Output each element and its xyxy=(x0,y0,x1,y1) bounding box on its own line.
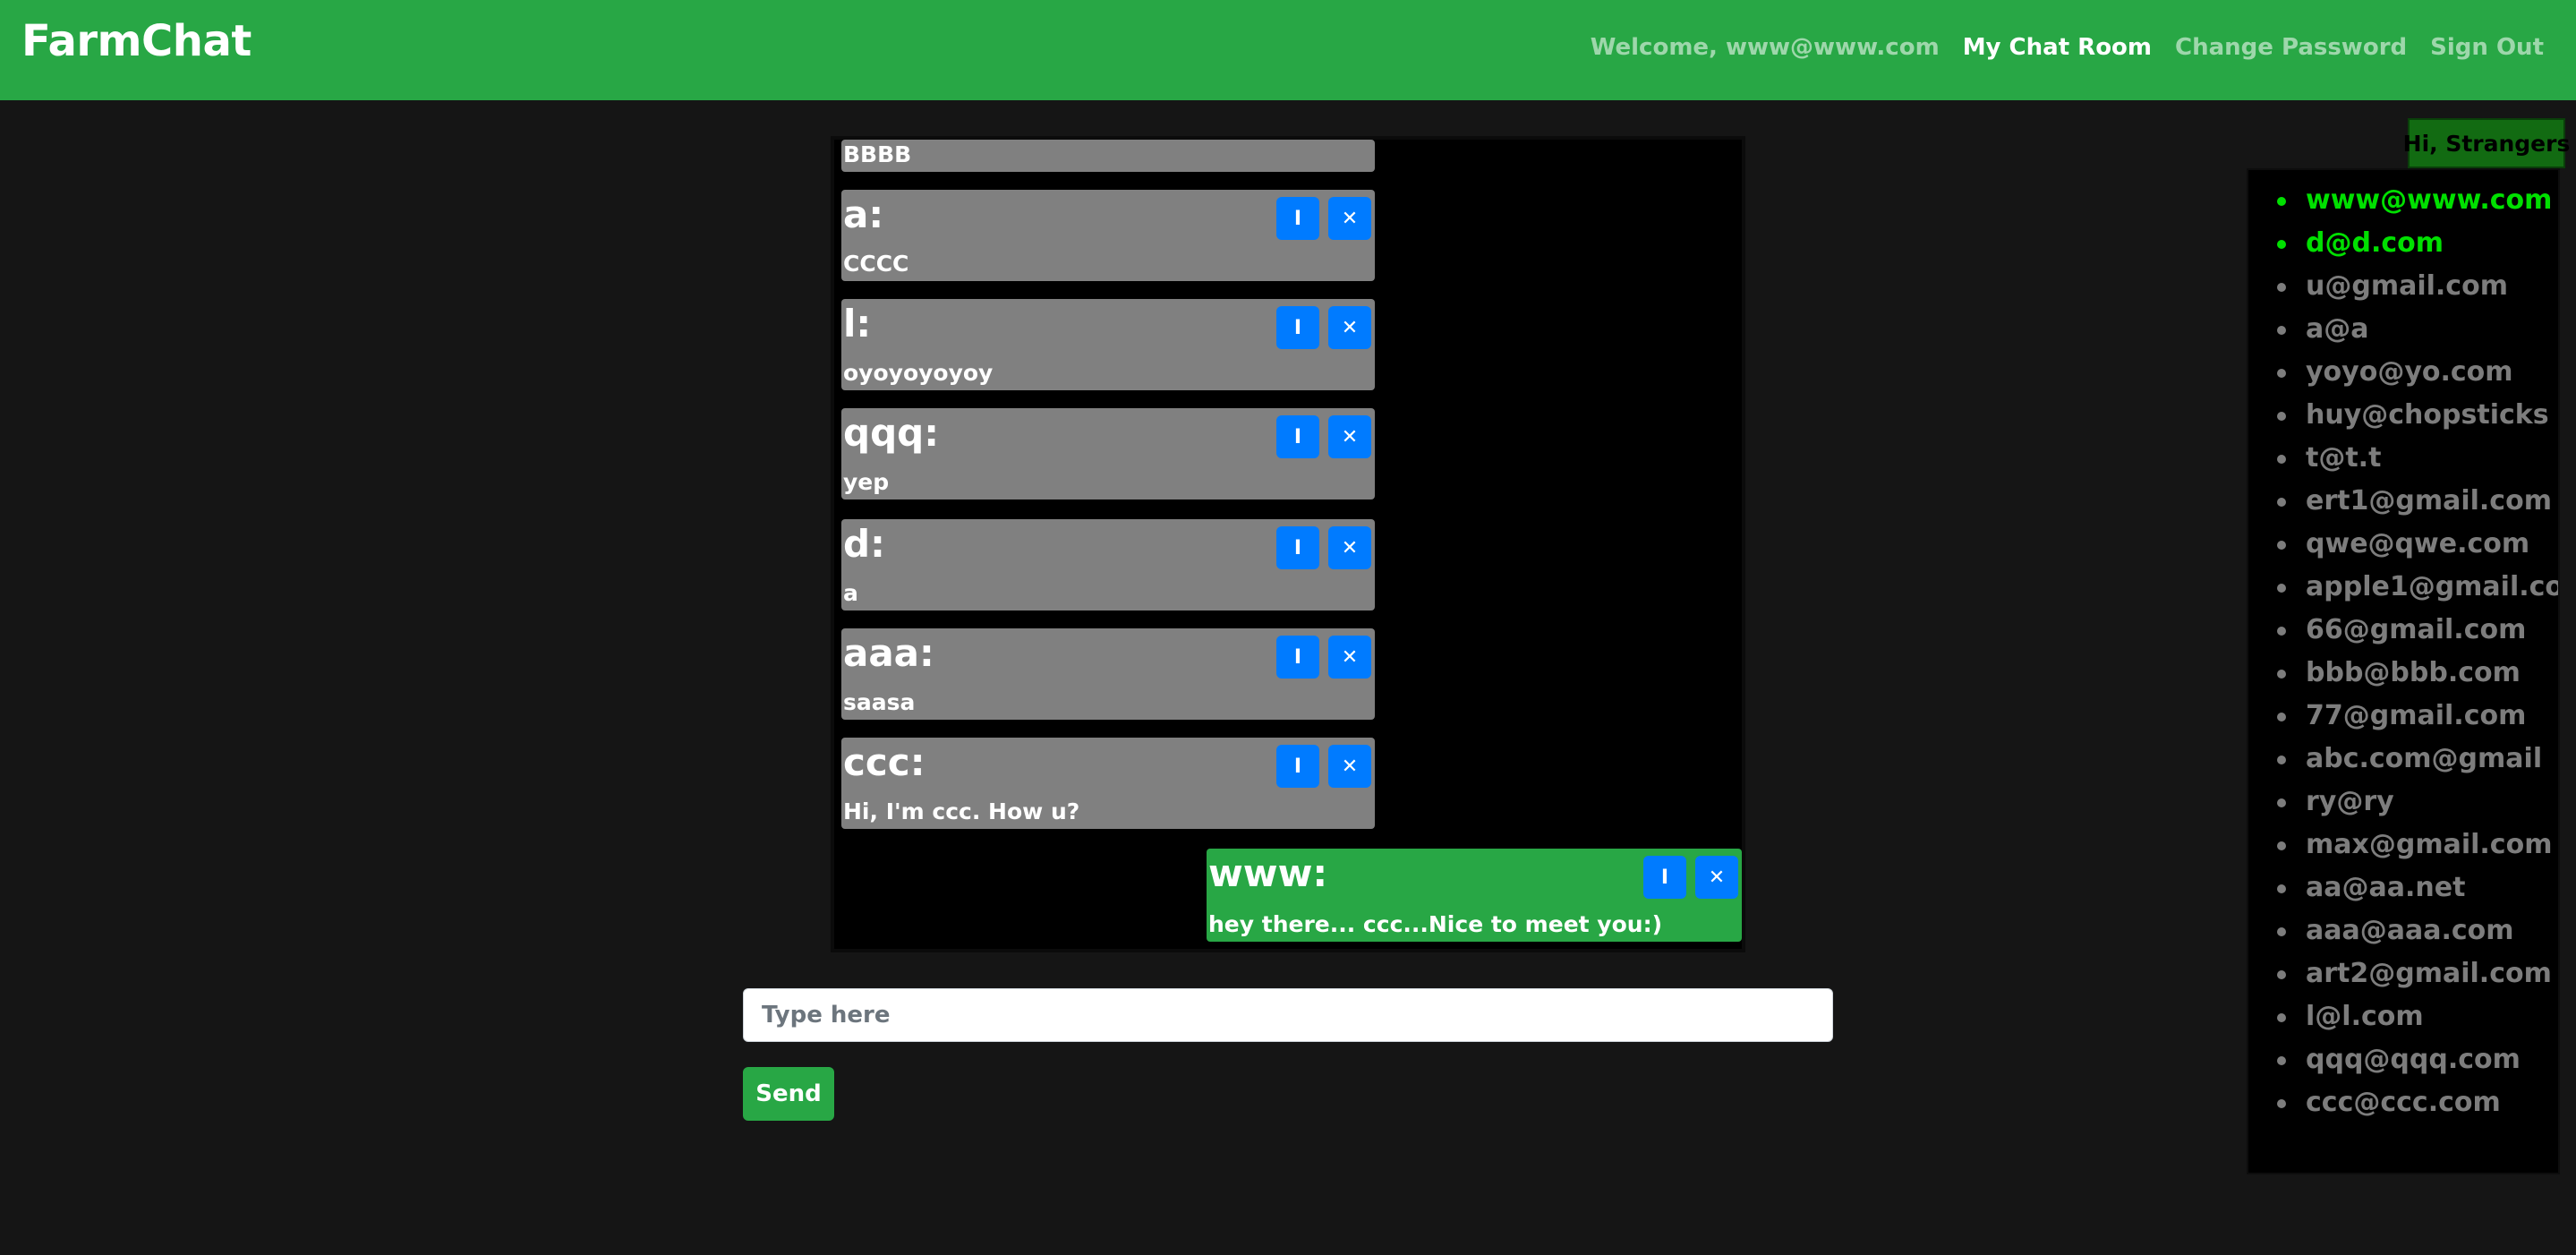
delete-message-button[interactable]: ✕ xyxy=(1695,856,1738,899)
message-text: CCCC xyxy=(843,251,909,277)
stranger-item[interactable]: u@gmail.com xyxy=(2276,265,2558,308)
stranger-item[interactable]: qwe@qwe.com xyxy=(2276,523,2558,566)
welcome-text: Welcome, www@www.com xyxy=(1590,34,1940,61)
stranger-item[interactable]: aa@aa.net xyxy=(2276,867,2558,909)
stranger-item[interactable]: huy@chopsticks xyxy=(2276,394,2558,437)
delete-message-button[interactable]: ✕ xyxy=(1328,636,1371,679)
stranger-item[interactable]: aaa@aaa.com xyxy=(2276,909,2558,952)
stranger-item[interactable]: max@gmail.com xyxy=(2276,824,2558,867)
message-username: www: xyxy=(1208,851,1328,895)
navbar: FarmChat Welcome, www@www.com My Chat Ro… xyxy=(0,0,2576,100)
stranger-item[interactable]: a@a xyxy=(2276,308,2558,351)
message-input[interactable] xyxy=(743,988,1833,1042)
message-text: saasa xyxy=(843,689,916,715)
strangers-title: Hi, Strangers xyxy=(2403,118,2570,168)
stranger-item[interactable]: t@t.t xyxy=(2276,437,2558,480)
message-username: l: xyxy=(843,302,872,346)
stranger-item[interactable]: 66@gmail.com xyxy=(2276,609,2558,652)
strangers-list: www@www.com d@d.com u@gmail.com a@a yoyo… xyxy=(2276,179,2558,1124)
stranger-item[interactable]: bbb@bbb.com xyxy=(2276,652,2558,695)
chat-messages-box[interactable]: BBBB a: I ✕ CCCC l: I ✕ oyoyoyoyoy qqq: … xyxy=(831,136,1745,952)
edit-message-button[interactable]: I xyxy=(1643,856,1686,899)
send-button[interactable]: Send xyxy=(743,1067,834,1121)
stranger-item[interactable]: 77@gmail.com xyxy=(2276,695,2558,738)
stranger-item[interactable]: ert1@gmail.com xyxy=(2276,480,2558,523)
stranger-item[interactable]: apple1@gmail.co xyxy=(2276,566,2558,609)
chat-message-own: www: I ✕ hey there... ccc...Nice to meet… xyxy=(1207,849,1742,942)
message-text: hey there... ccc...Nice to meet you:) xyxy=(1208,911,1662,937)
message-username: d: xyxy=(843,522,885,566)
message-username: ccc: xyxy=(843,740,925,784)
nav-sign-out[interactable]: Sign Out xyxy=(2430,34,2544,61)
nav-links: Welcome, www@www.com My Chat Room Change… xyxy=(1591,34,2544,61)
message-username: a: xyxy=(843,192,884,236)
chat-message: d: I ✕ a xyxy=(841,519,1375,610)
stranger-item[interactable]: yoyo@yo.com xyxy=(2276,351,2558,394)
chat-message: qqq: I ✕ yep xyxy=(841,408,1375,499)
stranger-item[interactable]: d@d.com xyxy=(2276,222,2558,265)
edit-message-button[interactable]: I xyxy=(1276,306,1319,349)
edit-message-button[interactable]: I xyxy=(1276,415,1319,458)
message-text: oyoyoyoyoy xyxy=(843,360,994,386)
edit-message-button[interactable]: I xyxy=(1276,526,1319,569)
chat-message: l: I ✕ oyoyoyoyoy xyxy=(841,299,1375,390)
nav-change-password[interactable]: Change Password xyxy=(2175,34,2407,61)
message-text: BBBB xyxy=(843,141,912,167)
chat-message: ccc: I ✕ Hi, I'm ccc. How u? xyxy=(841,738,1375,829)
delete-message-button[interactable]: ✕ xyxy=(1328,526,1371,569)
stranger-item[interactable]: abc.com@gmail xyxy=(2276,738,2558,781)
chat-message: BBBB xyxy=(841,140,1375,172)
chat-message: aaa: I ✕ saasa xyxy=(841,628,1375,720)
edit-message-button[interactable]: I xyxy=(1276,636,1319,679)
stranger-item[interactable]: www@www.com xyxy=(2276,179,2558,222)
message-username: qqq: xyxy=(843,411,939,455)
stranger-item[interactable]: ry@ry xyxy=(2276,781,2558,824)
chat-message: a: I ✕ CCCC xyxy=(841,190,1375,281)
delete-message-button[interactable]: ✕ xyxy=(1328,197,1371,240)
stranger-item[interactable]: qqq@qqq.com xyxy=(2276,1038,2558,1081)
message-text: Hi, I'm ccc. How u? xyxy=(843,798,1080,824)
stranger-item[interactable]: ccc@ccc.com xyxy=(2276,1081,2558,1124)
strangers-panel[interactable]: www@www.com d@d.com u@gmail.com a@a yoyo… xyxy=(2247,168,2560,1174)
message-text: yep xyxy=(843,469,890,495)
nav-my-chat-room[interactable]: My Chat Room xyxy=(1963,34,2152,61)
message-text: a xyxy=(843,580,858,606)
delete-message-button[interactable]: ✕ xyxy=(1328,306,1371,349)
message-username: aaa: xyxy=(843,631,934,675)
stranger-item[interactable]: l@l.com xyxy=(2276,995,2558,1038)
brand-logo[interactable]: FarmChat xyxy=(21,16,252,66)
edit-message-button[interactable]: I xyxy=(1276,197,1319,240)
delete-message-button[interactable]: ✕ xyxy=(1328,415,1371,458)
edit-message-button[interactable]: I xyxy=(1276,745,1319,788)
delete-message-button[interactable]: ✕ xyxy=(1328,745,1371,788)
stranger-item[interactable]: art2@gmail.com xyxy=(2276,952,2558,995)
